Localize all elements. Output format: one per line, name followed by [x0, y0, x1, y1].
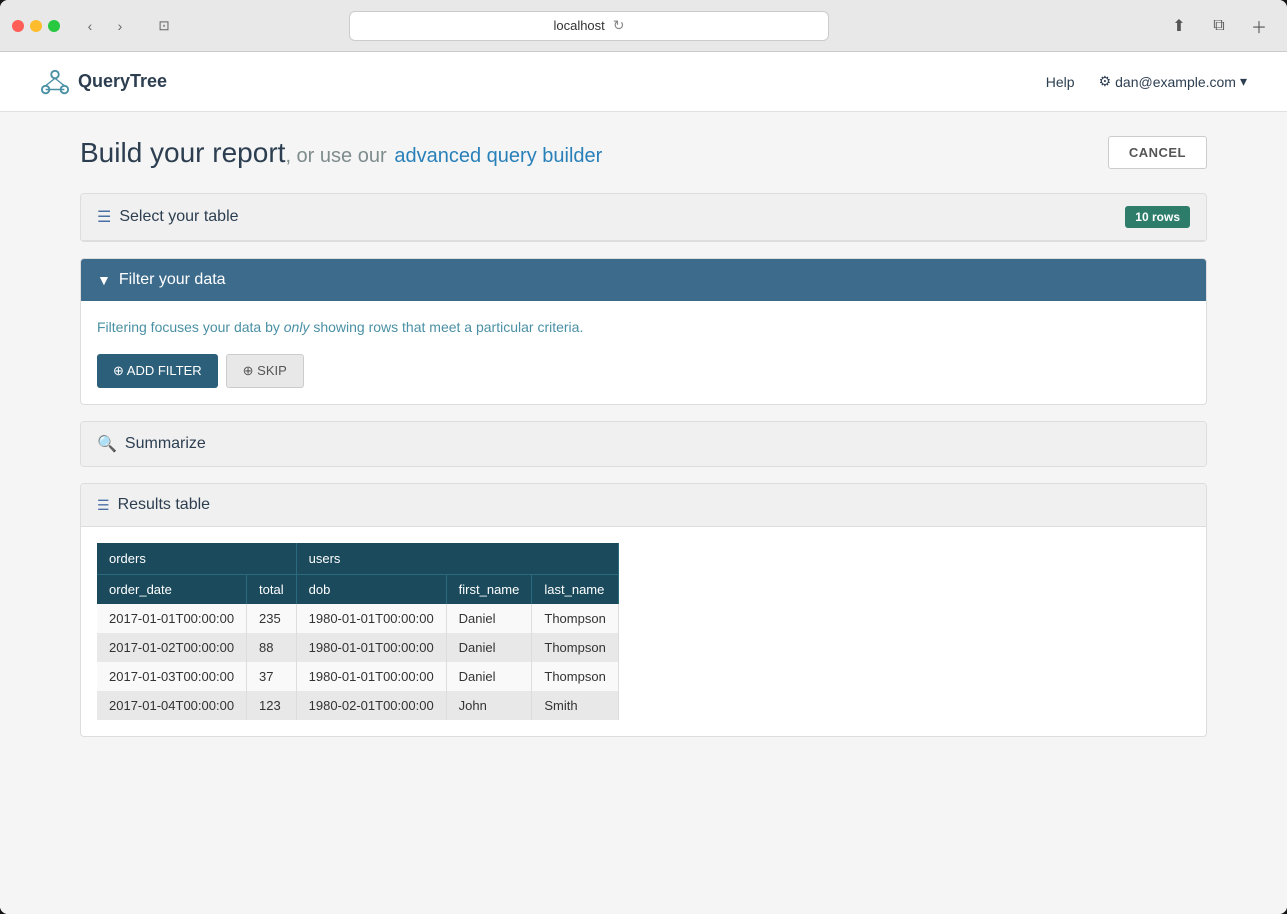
gear-icon: ⚙ — [1099, 73, 1112, 90]
users-group-header: users — [296, 543, 618, 575]
table-cell: 37 — [247, 662, 297, 691]
table-cell: 88 — [247, 633, 297, 662]
filter-desc-before: Filtering focuses your data by — [97, 319, 280, 335]
col-last-name: last_name — [532, 575, 618, 605]
table-row: 2017-01-01T00:00:002351980-01-01T00:00:0… — [97, 604, 618, 633]
browser-titlebar: ‹ › ⊡ localhost ↻ ⬆ ⧉ ＋ — [0, 0, 1287, 52]
logo[interactable]: QueryTree — [40, 67, 167, 97]
table-cell: Thompson — [532, 604, 618, 633]
traffic-lights — [12, 20, 60, 32]
page-title-row: Build your report, or use our advanced q… — [80, 136, 1207, 169]
summarize-title: Summarize — [125, 435, 206, 453]
filter-actions: ⊕ ADD FILTER ⊕ SKIP — [97, 354, 1190, 388]
minimize-button[interactable] — [30, 20, 42, 32]
select-table-section: ☰ Select your table 10 rows — [80, 193, 1207, 242]
results-table-icon: ☰ — [97, 497, 110, 514]
table-cell: Smith — [532, 691, 618, 720]
reader-button[interactable]: ⊡ — [150, 12, 178, 40]
table-cell: 1980-02-01T00:00:00 — [296, 691, 446, 720]
table-row: 2017-01-03T00:00:00371980-01-01T00:00:00… — [97, 662, 618, 691]
advanced-query-builder-link[interactable]: advanced query builder — [394, 145, 602, 167]
table-cell: 1980-01-01T00:00:00 — [296, 662, 446, 691]
nav-buttons: ‹ › — [76, 12, 134, 40]
results-table: orders users order_date total dob first_… — [97, 543, 619, 720]
table-cell: John — [446, 691, 532, 720]
table-row: 2017-01-04T00:00:001231980-02-01T00:00:0… — [97, 691, 618, 720]
filter-header: ▼ Filter your data — [81, 259, 1206, 301]
col-order-date: order_date — [97, 575, 247, 605]
data-table-wrapper: orders users order_date total dob first_… — [81, 527, 1206, 736]
tabs-button[interactable]: ⧉ — [1203, 12, 1235, 40]
results-section: ☰ Results table orders users order_date — [80, 483, 1207, 737]
new-tab-button[interactable]: ＋ — [1243, 12, 1275, 40]
col-first-name: first_name — [446, 575, 532, 605]
table-cell: 1980-01-01T00:00:00 — [296, 604, 446, 633]
select-table-header: ☰ Select your table 10 rows — [81, 194, 1206, 241]
table-cell: 2017-01-03T00:00:00 — [97, 662, 247, 691]
toolbar-right: ⬆ ⧉ ＋ — [1163, 12, 1275, 40]
orders-group-header: orders — [97, 543, 296, 575]
user-email: dan@example.com — [1115, 74, 1236, 90]
select-table-title: ☰ Select your table — [97, 207, 239, 227]
page-subtitle-prefix: , or use our — [285, 145, 386, 167]
cancel-button[interactable]: CANCEL — [1108, 136, 1207, 169]
add-filter-button[interactable]: ⊕ ADD FILTER — [97, 354, 218, 388]
rows-badge: 10 rows — [1125, 206, 1190, 228]
back-button[interactable]: ‹ — [76, 12, 104, 40]
browser-window: ‹ › ⊡ localhost ↻ ⬆ ⧉ ＋ — [0, 0, 1287, 914]
skip-button[interactable]: ⊕ SKIP — [226, 354, 304, 388]
results-tbody: 2017-01-01T00:00:002351980-01-01T00:00:0… — [97, 604, 618, 720]
maximize-button[interactable] — [48, 20, 60, 32]
table-icon: ☰ — [97, 207, 111, 227]
filter-section: ▼ Filter your data Filtering focuses you… — [80, 258, 1207, 405]
close-button[interactable] — [12, 20, 24, 32]
user-menu[interactable]: ⚙ dan@example.com ▾ — [1099, 73, 1247, 90]
results-header: ☰ Results table — [81, 484, 1206, 527]
filter-title: Filter your data — [119, 271, 226, 289]
filter-desc-after: showing rows that meet a particular crit… — [313, 319, 583, 335]
share-button[interactable]: ⬆ — [1163, 12, 1195, 40]
header-nav: Help ⚙ dan@example.com ▾ — [1046, 73, 1247, 90]
filter-description: Filtering focuses your data by only show… — [97, 317, 1190, 338]
group-header-row: orders users — [97, 543, 618, 575]
table-cell: 1980-01-01T00:00:00 — [296, 633, 446, 662]
select-table-label: Select your table — [119, 208, 238, 226]
table-cell: Daniel — [446, 633, 532, 662]
help-link[interactable]: Help — [1046, 74, 1075, 90]
table-cell: 2017-01-04T00:00:00 — [97, 691, 247, 720]
table-cell: Thompson — [532, 633, 618, 662]
table-cell: 2017-01-02T00:00:00 — [97, 633, 247, 662]
summarize-section: 🔍 Summarize — [80, 421, 1207, 467]
logo-text: QueryTree — [78, 71, 167, 92]
filter-desc-only: only — [284, 319, 310, 335]
table-cell: 2017-01-01T00:00:00 — [97, 604, 247, 633]
table-cell: 235 — [247, 604, 297, 633]
app-header: QueryTree Help ⚙ dan@example.com ▾ — [0, 52, 1287, 112]
filter-body: Filtering focuses your data by only show… — [81, 301, 1206, 404]
logo-icon — [40, 67, 70, 97]
filter-icon: ▼ — [97, 272, 111, 288]
results-title: Results table — [118, 496, 211, 514]
app-content: QueryTree Help ⚙ dan@example.com ▾ Build… — [0, 52, 1287, 914]
table-cell: Thompson — [532, 662, 618, 691]
address-text: localhost — [553, 18, 604, 33]
table-cell: 123 — [247, 691, 297, 720]
reload-icon[interactable]: ↻ — [613, 17, 625, 34]
main-content: Build your report, or use our advanced q… — [0, 112, 1287, 914]
summarize-header: 🔍 Summarize — [81, 422, 1206, 466]
search-icon: 🔍 — [97, 434, 117, 454]
table-cell: Daniel — [446, 604, 532, 633]
chevron-down-icon: ▾ — [1240, 73, 1247, 90]
table-cell: Daniel — [446, 662, 532, 691]
col-dob: dob — [296, 575, 446, 605]
address-bar[interactable]: localhost ↻ — [349, 11, 829, 41]
table-row: 2017-01-02T00:00:00881980-01-01T00:00:00… — [97, 633, 618, 662]
page-title: Build your report, or use our advanced q… — [80, 137, 602, 169]
forward-button[interactable]: › — [106, 12, 134, 40]
col-header-row: order_date total dob first_name last_nam… — [97, 575, 618, 605]
page-title-main: Build your report — [80, 137, 285, 168]
col-total: total — [247, 575, 297, 605]
